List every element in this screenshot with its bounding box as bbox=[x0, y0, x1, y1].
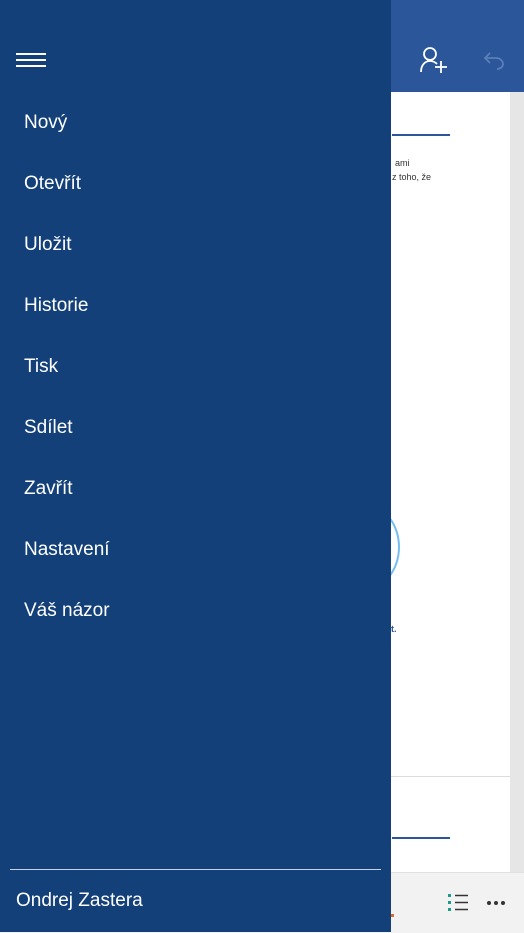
menu-item-label: Zavřít bbox=[24, 477, 73, 499]
drawer-divider bbox=[10, 869, 381, 870]
menu-item-label: Uložit bbox=[24, 233, 72, 255]
document-text: z toho, že bbox=[392, 172, 432, 182]
list-button[interactable] bbox=[442, 887, 474, 919]
more-button[interactable] bbox=[480, 887, 512, 919]
menu-item-history[interactable]: Historie bbox=[0, 275, 391, 336]
menu-item-label: Nastavení bbox=[24, 538, 110, 560]
menu-item-label: Otevřít bbox=[24, 172, 82, 194]
more-icon bbox=[487, 901, 505, 905]
menu-item-settings[interactable]: Nastavení bbox=[0, 519, 391, 580]
menu-item-new[interactable]: Nový bbox=[0, 92, 391, 153]
menu-item-print[interactable]: Tisk bbox=[0, 336, 391, 397]
account-name[interactable]: Ondrej Zastera bbox=[16, 890, 143, 912]
menu-item-feedback[interactable]: Váš názor bbox=[0, 580, 391, 641]
undo-button[interactable] bbox=[474, 40, 514, 80]
menu-item-close[interactable]: Zavřít bbox=[0, 458, 391, 519]
menu-item-label: Váš názor bbox=[24, 599, 110, 621]
navigation-drawer: Nový Otevřít Uložit Historie Tisk Sdílet… bbox=[0, 0, 391, 932]
menu-item-label: Nový bbox=[24, 111, 68, 133]
list-icon bbox=[448, 894, 468, 911]
menu-item-share[interactable]: Sdílet bbox=[0, 397, 391, 458]
menu-item-label: Historie bbox=[24, 294, 89, 316]
hamburger-icon[interactable] bbox=[16, 48, 46, 72]
person-add-icon bbox=[420, 47, 447, 73]
share-button[interactable] bbox=[414, 40, 454, 80]
menu-item-open[interactable]: Otevřít bbox=[0, 153, 391, 214]
heading-rule bbox=[392, 134, 450, 136]
menu-item-save[interactable]: Uložit bbox=[0, 214, 391, 275]
menu-item-label: Sdílet bbox=[24, 416, 73, 438]
undo-icon bbox=[483, 52, 504, 70]
menu-item-label: Tisk bbox=[24, 355, 59, 377]
document-link[interactable]: t. bbox=[391, 624, 397, 634]
document-text: ami bbox=[395, 158, 410, 168]
page-separator bbox=[390, 776, 510, 777]
heading-rule bbox=[392, 837, 450, 839]
